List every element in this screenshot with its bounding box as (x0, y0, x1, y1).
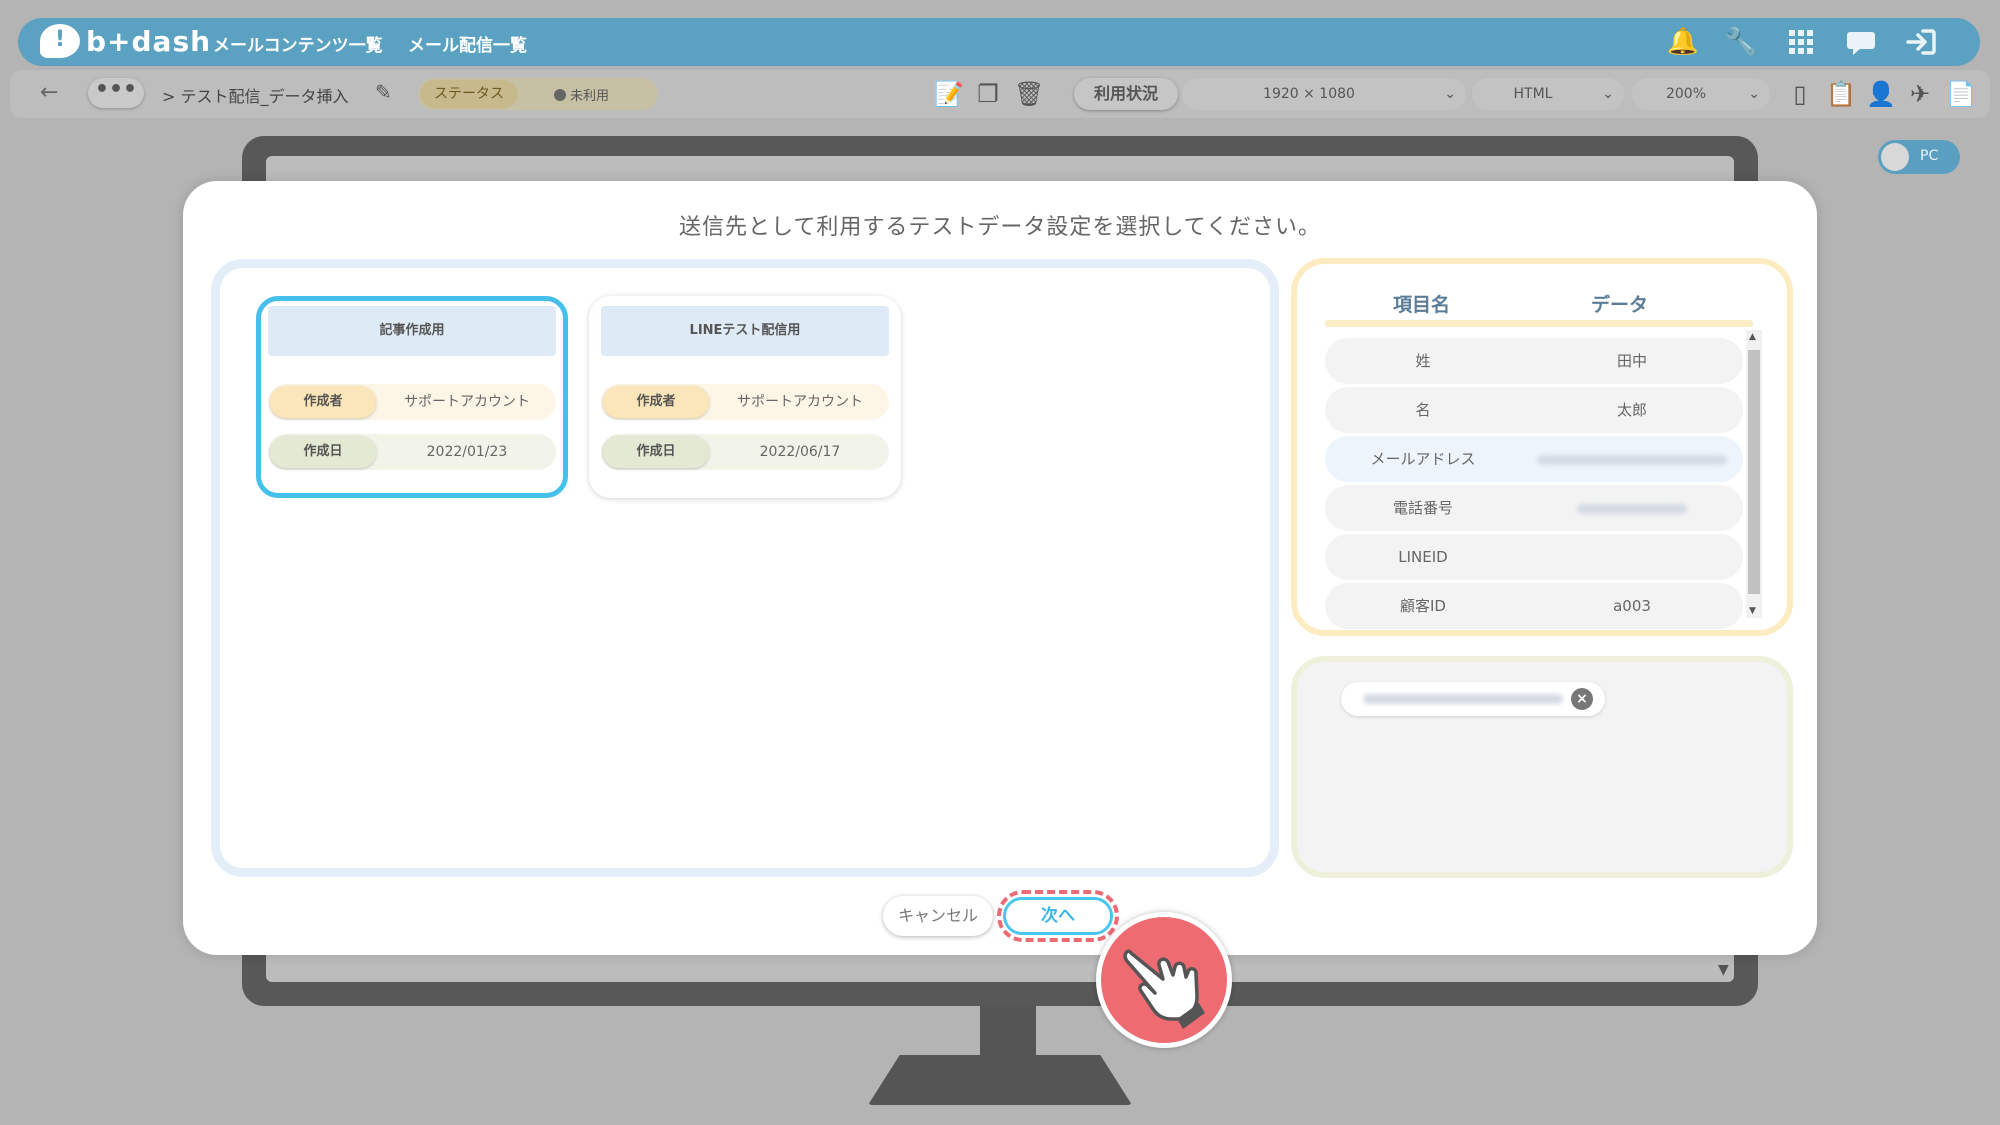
field-value: 太郎 (1616, 401, 1647, 419)
more-menu-button[interactable]: ••• (88, 78, 144, 108)
table-row: メールアドレス (1325, 436, 1743, 482)
editor-toolbar: ← ••• > テスト配信_データ挿入 ✎ ステータス 未利用 📝 ❐ 🗑 利用… (10, 70, 1990, 118)
table-row: 名 太郎 (1325, 387, 1743, 433)
chevron-down-icon: ⌄ (1602, 86, 1614, 102)
hand-pointer-icon (1096, 912, 1232, 1048)
monitor-stand-base (868, 1055, 1132, 1105)
status-value-text: 未利用 (570, 89, 610, 104)
redacted-value (1577, 503, 1687, 514)
device-toggle-label: PC (1920, 148, 1939, 164)
edit-title-icon[interactable]: ✎ (375, 80, 392, 104)
card-author-row: 作成者 サポートアカウント (601, 384, 889, 420)
test-data-card[interactable]: 記事作成用 作成者 サポートアカウント 作成日 2022/01/23 (256, 296, 568, 498)
test-data-select-modal: 送信先として利用するテストデータ設定を選択してください。 記事作成用 作成者 サ… (183, 181, 1817, 955)
date-value: 2022/06/17 (759, 444, 841, 460)
data-row-list[interactable]: 姓 田中 名 太郎 メールアドレス 電話番号 LINEID 顧客ID a003 (1325, 334, 1745, 632)
zoom-select[interactable]: 200% ⌄ (1632, 78, 1770, 110)
card-title: 記事作成用 (268, 306, 556, 356)
field-value-redacted (1521, 436, 1743, 482)
chevron-down-icon[interactable]: ▼ (1718, 962, 1729, 978)
author-value: サポートアカウント (404, 394, 530, 410)
scroll-up-icon[interactable]: ▲ (1749, 332, 1756, 342)
close-icon[interactable]: × (1571, 688, 1593, 710)
field-name: 名 (1415, 401, 1431, 419)
trash-icon[interactable]: 🗑 (1014, 80, 1044, 108)
status-value: 未利用 (554, 85, 609, 104)
card-date-row: 作成日 2022/01/23 (268, 434, 556, 470)
wrench-icon[interactable]: 🔧 (1724, 27, 1758, 57)
logo[interactable]: b+dash (40, 24, 211, 58)
author-label: 作成者 (603, 386, 709, 418)
redacted-value (1537, 454, 1727, 465)
status-dot-icon (554, 89, 566, 101)
format-select[interactable]: HTML ⌄ (1472, 78, 1624, 110)
table-row: 顧客ID a003 (1325, 583, 1743, 629)
grid-icon[interactable] (1784, 27, 1818, 57)
document-icon[interactable]: 📄 (1946, 80, 1976, 108)
logo-icon (40, 24, 80, 58)
nav-mail-contents[interactable]: メールコンテンツ一覧 (213, 31, 383, 56)
app-header: b+dash メールコンテンツ一覧 メール配信一覧 🔔 🔧 (18, 18, 1980, 66)
back-arrow-icon[interactable]: ← (40, 80, 58, 105)
chevron-down-icon: ⌄ (1748, 86, 1760, 102)
modal-title: 送信先として利用するテストデータ設定を選択してください。 (678, 215, 1322, 240)
resolution-value: 1920 × 1080 (1263, 86, 1355, 102)
status-label: ステータス (420, 80, 518, 108)
cancel-button[interactable]: キャンセル (883, 896, 993, 936)
next-button[interactable]: 次へ (1003, 897, 1113, 935)
chevron-down-icon: ⌄ (1444, 86, 1456, 102)
field-name: メールアドレス (1370, 450, 1476, 468)
breadcrumb: > テスト配信_データ挿入 (162, 87, 349, 106)
resolution-select[interactable]: 1920 × 1080 ⌄ (1182, 78, 1466, 110)
nav-mail-delivery[interactable]: メール配信一覧 (408, 31, 527, 56)
table-scrollbar[interactable]: ▲ ▼ (1746, 330, 1762, 618)
field-name: LINEID (1398, 548, 1448, 566)
field-value: a003 (1613, 597, 1651, 615)
monitor-stand-neck (980, 1005, 1036, 1060)
redacted-email (1363, 694, 1563, 704)
date-value: 2022/01/23 (426, 444, 508, 460)
card-author-row: 作成者 サポートアカウント (268, 384, 556, 420)
date-label: 作成日 (270, 436, 376, 468)
test-data-preview-table: 項目名 データ 姓 田中 名 太郎 メールアドレス 電話番号 LINEID 顧客… (1291, 258, 1793, 636)
scroll-thumb[interactable] (1748, 350, 1760, 594)
table-row: 姓 田中 (1325, 338, 1743, 384)
copy-icon[interactable]: ❐ (974, 80, 1002, 108)
field-value: 田中 (1616, 352, 1647, 370)
test-data-card-list: 記事作成用 作成者 サポートアカウント 作成日 2022/01/23 LINEテ… (211, 259, 1279, 877)
chat-icon[interactable] (1844, 27, 1878, 57)
card-title: LINEテスト配信用 (601, 306, 889, 356)
device-toggle[interactable]: PC (1878, 140, 1960, 174)
field-name: 顧客ID (1400, 597, 1446, 615)
card-date-row: 作成日 2022/06/17 (601, 434, 889, 470)
date-label: 作成日 (603, 436, 709, 468)
usage-status-button[interactable]: 利用状況 (1074, 78, 1178, 110)
user-card-icon[interactable]: 👤 (1866, 80, 1896, 108)
logout-icon[interactable] (1904, 27, 1938, 57)
format-value: HTML (1513, 86, 1553, 102)
table-row: 電話番号 (1325, 485, 1743, 531)
bell-icon[interactable]: 🔔 (1666, 27, 1700, 57)
test-data-card[interactable]: LINEテスト配信用 作成者 サポートアカウント 作成日 2022/06/17 (589, 296, 901, 498)
scroll-down-icon[interactable]: ▼ (1749, 606, 1756, 616)
zoom-value: 200% (1665, 86, 1707, 102)
header-divider (1325, 320, 1753, 327)
html-file-icon[interactable]: ▯ (1786, 80, 1814, 108)
author-value: サポートアカウント (737, 394, 863, 410)
toggle-knob (1881, 143, 1909, 171)
author-label: 作成者 (270, 386, 376, 418)
column-header-data: データ (1591, 294, 1649, 316)
table-row: LINEID (1325, 534, 1743, 580)
column-header-field: 項目名 (1393, 294, 1451, 316)
field-name: 電話番号 (1392, 499, 1453, 517)
send-icon[interactable]: ✈ (1906, 80, 1934, 108)
logo-text: b+dash (86, 24, 212, 58)
selected-recipient-area: × (1291, 656, 1793, 878)
status-pill: ステータス 未利用 (418, 78, 658, 110)
clipboard-icon[interactable]: 📋 (1826, 80, 1856, 108)
recipient-chip: × (1341, 682, 1605, 716)
field-value-redacted (1521, 485, 1743, 531)
edit-icon[interactable]: 📝 (934, 80, 964, 108)
field-name: 姓 (1415, 352, 1431, 370)
